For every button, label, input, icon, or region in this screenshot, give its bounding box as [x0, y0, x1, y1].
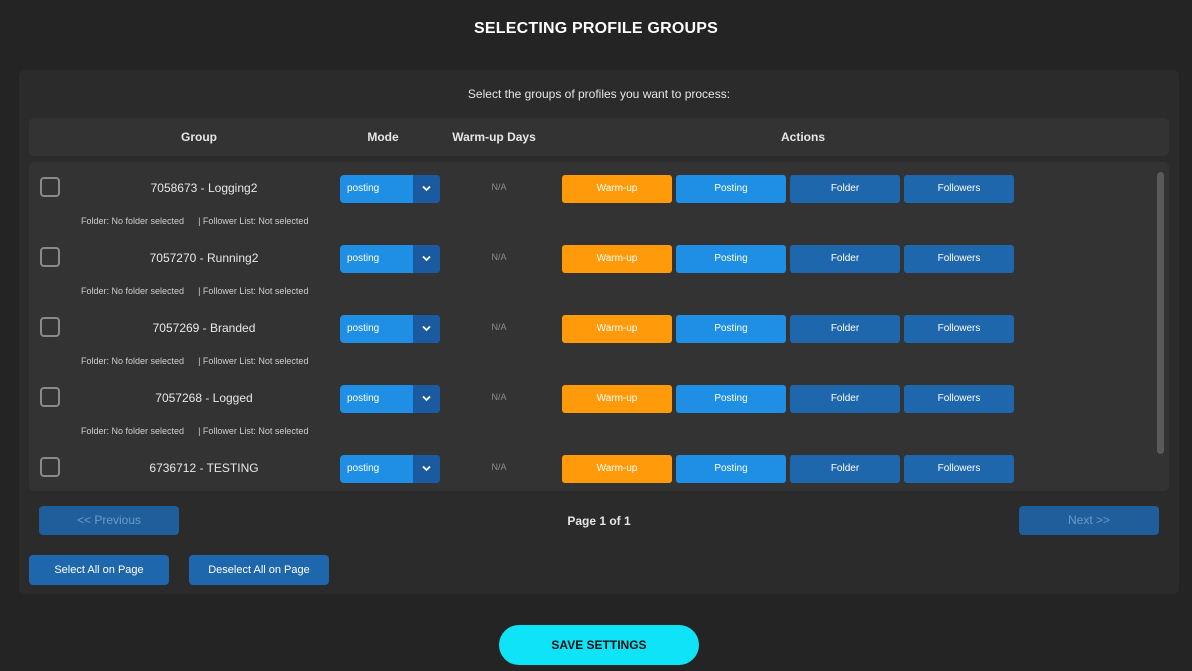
followers-button[interactable]: Followers — [904, 245, 1014, 273]
previous-page-button[interactable]: << Previous — [39, 506, 179, 535]
group-name: 7057268 - Logged — [155, 391, 253, 405]
folder-info: Folder: No folder selected — [81, 356, 185, 366]
follower-info: | Follower List: Not selected — [198, 356, 309, 366]
followers-button[interactable]: Followers — [904, 315, 1014, 343]
posting-button[interactable]: Posting — [676, 245, 786, 273]
group-checkbox[interactable] — [40, 457, 60, 477]
followers-button[interactable]: Followers — [904, 385, 1014, 413]
mode-select[interactable]: posting — [340, 385, 440, 413]
warmup-button[interactable]: Warm-up — [562, 385, 672, 413]
group-row: 7057268 - Logged posting N/A Warm-up Pos… — [29, 372, 1149, 442]
warmup-days-value: N/A — [491, 462, 507, 472]
header-warmup-days: Warm-up Days — [452, 130, 536, 144]
row-info: Folder: No folder selected | Follower Lis… — [81, 356, 308, 366]
group-row: 7057269 - Branded posting N/A Warm-up Po… — [29, 302, 1149, 372]
mode-value: posting — [347, 183, 380, 194]
follower-info: | Follower List: Not selected — [198, 216, 309, 226]
next-page-button[interactable]: Next >> — [1019, 506, 1159, 535]
group-checkbox[interactable] — [40, 317, 60, 337]
folder-button[interactable]: Folder — [790, 385, 900, 413]
mode-value: posting — [347, 323, 380, 334]
posting-button[interactable]: Posting — [676, 175, 786, 203]
warmup-days-value: N/A — [491, 392, 507, 402]
mode-value: posting — [347, 463, 380, 474]
deselect-all-button[interactable]: Deselect All on Page — [189, 555, 329, 585]
mode-select[interactable]: posting — [340, 245, 440, 273]
warmup-button[interactable]: Warm-up — [562, 175, 672, 203]
folder-button[interactable]: Folder — [790, 455, 900, 483]
group-row: 7057270 - Running2 posting N/A Warm-up P… — [29, 232, 1149, 302]
followers-button[interactable]: Followers — [904, 455, 1014, 483]
warmup-days-value: N/A — [491, 182, 507, 192]
groups-list: 7058673 - Logging2 posting N/A Warm-up P… — [29, 162, 1169, 491]
mode-select[interactable]: posting — [340, 315, 440, 343]
folder-info: Folder: No folder selected — [81, 426, 185, 436]
group-row: 7058673 - Logging2 posting N/A Warm-up P… — [29, 162, 1149, 232]
posting-button[interactable]: Posting — [676, 455, 786, 483]
posting-button[interactable]: Posting — [676, 385, 786, 413]
warmup-button[interactable]: Warm-up — [562, 455, 672, 483]
table-header: Group Mode Warm-up Days Actions — [29, 118, 1169, 156]
warmup-days-value: N/A — [491, 322, 507, 332]
page-title: SELECTING PROFILE GROUPS — [474, 20, 718, 37]
chevron-down-icon[interactable] — [413, 455, 440, 483]
follower-info: | Follower List: Not selected — [198, 286, 309, 296]
row-info: Folder: No folder selected | Follower Lis… — [81, 216, 308, 226]
select-all-button[interactable]: Select All on Page — [29, 555, 169, 585]
save-settings-button[interactable]: SAVE SETTINGS — [499, 625, 699, 665]
group-name: 6736712 - TESTING — [149, 461, 259, 475]
warmup-button[interactable]: Warm-up — [562, 245, 672, 273]
row-info: Folder: No folder selected | Follower Lis… — [81, 286, 308, 296]
group-checkbox[interactable] — [40, 247, 60, 267]
folder-button[interactable]: Folder — [790, 175, 900, 203]
folder-button[interactable]: Folder — [790, 245, 900, 273]
mode-select[interactable]: posting — [340, 455, 440, 483]
chevron-down-icon[interactable] — [413, 385, 440, 413]
group-name: 7057270 - Running2 — [149, 251, 259, 265]
groups-panel: Select the groups of profiles you want t… — [19, 70, 1179, 594]
chevron-down-icon[interactable] — [413, 245, 440, 273]
mode-value: posting — [347, 253, 380, 264]
folder-button[interactable]: Folder — [790, 315, 900, 343]
header-actions: Actions — [780, 130, 825, 144]
group-name: 7057269 - Branded — [152, 321, 256, 335]
warmup-button[interactable]: Warm-up — [562, 315, 672, 343]
header-group: Group — [181, 130, 217, 144]
chevron-down-icon[interactable] — [413, 175, 440, 203]
header-mode: Mode — [367, 130, 399, 144]
follower-info: | Follower List: Not selected — [198, 426, 309, 436]
row-info: Folder: No folder selected | Follower Lis… — [81, 426, 308, 436]
group-name: 7058673 - Logging2 — [150, 181, 258, 195]
group-checkbox[interactable] — [40, 177, 60, 197]
panel-subtitle: Select the groups of profiles you want t… — [467, 87, 731, 101]
folder-info: Folder: No folder selected — [81, 216, 185, 226]
mode-select[interactable]: posting — [340, 175, 440, 203]
followers-button[interactable]: Followers — [904, 175, 1014, 203]
group-row: 6736712 - TESTING posting N/A Warm-up Po… — [29, 442, 1149, 491]
page-indicator: Page 1 of 1 — [567, 514, 631, 528]
posting-button[interactable]: Posting — [676, 315, 786, 343]
list-scrollbar[interactable] — [1157, 172, 1164, 454]
chevron-down-icon[interactable] — [413, 315, 440, 343]
group-checkbox[interactable] — [40, 387, 60, 407]
folder-info: Folder: No folder selected — [81, 286, 185, 296]
mode-value: posting — [347, 393, 380, 404]
warmup-days-value: N/A — [491, 252, 507, 262]
